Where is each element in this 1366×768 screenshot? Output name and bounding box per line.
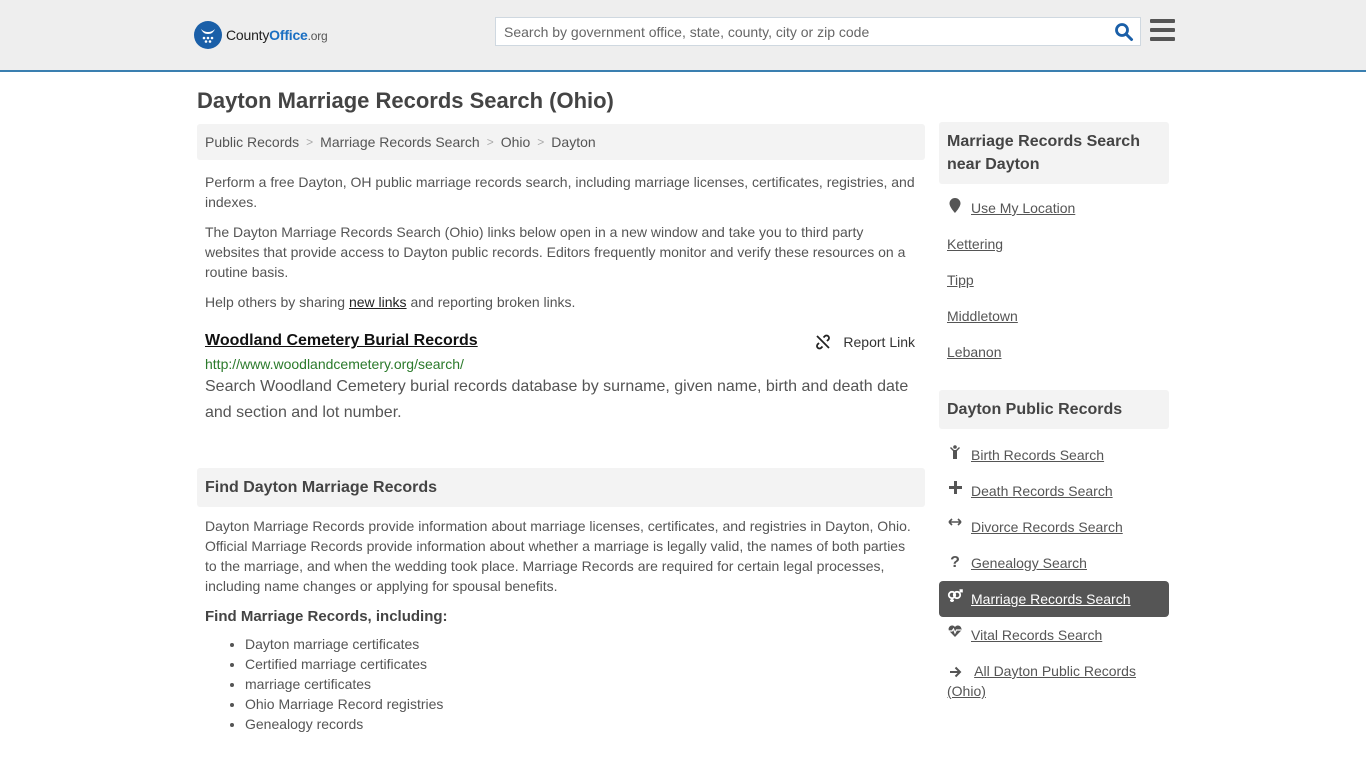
child-icon [947, 445, 963, 459]
list-item: Genealogy records [245, 714, 917, 734]
cross-icon [947, 481, 963, 494]
breadcrumb-dayton[interactable]: Dayton [551, 134, 595, 150]
marriage-records-link[interactable]: Marriage Records Search [971, 589, 1131, 609]
list-item: Dayton marriage certificates [245, 634, 917, 654]
breadcrumb-public-records[interactable]: Public Records [205, 134, 299, 150]
breadcrumb-marriage-records-search[interactable]: Marriage Records Search [320, 134, 480, 150]
new-links-link[interactable]: new links [349, 294, 407, 310]
intro: Perform a free Dayton, OH public marriag… [197, 172, 925, 312]
find-records-subheading: Find Marriage Records, including: [205, 608, 448, 625]
site-logo[interactable]: CountyOffice.org [194, 21, 328, 49]
all-public-records-link[interactable]: All Dayton Public Records (Ohio) [947, 663, 1136, 699]
eagle-stars-badge-icon [194, 21, 222, 49]
list-item: Ohio Marriage Record registries [245, 694, 917, 714]
listing-title-link[interactable]: Woodland Cemetery Burial Records [205, 332, 478, 350]
site-search [495, 17, 1141, 46]
intro-text: Help others by sharing [205, 294, 349, 310]
city-link-lebanon[interactable]: Lebanon [947, 342, 1002, 362]
broken-link-icon [816, 334, 831, 350]
arrows-left-right-icon [947, 517, 963, 527]
city-link-tipp[interactable]: Tipp [947, 270, 974, 290]
nearby-heading: Marriage Records Search near Dayton [939, 122, 1169, 184]
sidebar-item-divorce-records[interactable]: Divorce Records Search [947, 509, 1161, 545]
intro-paragraph-2: The Dayton Marriage Records Search (Ohio… [205, 224, 906, 280]
city-link-middletown[interactable]: Middletown [947, 306, 1018, 326]
sidebar: Marriage Records Search near Dayton Use … [939, 122, 1169, 701]
venus-mars-icon [947, 589, 963, 603]
nearby-city-item[interactable]: Middletown [947, 298, 1161, 334]
arrow-right-icon [947, 666, 963, 678]
main-content: Public Records > Marriage Records Search… [197, 124, 925, 734]
public-records-list: Birth Records Search Death Records Searc… [939, 437, 1169, 701]
find-records-body: Dayton Marriage Records provide informat… [205, 518, 911, 594]
list-item: marriage certificates [245, 674, 917, 694]
heartbeat-icon [947, 625, 963, 637]
sidebar-item-genealogy[interactable]: ? Genealogy Search [947, 545, 1161, 581]
sidebar-item-death-records[interactable]: Death Records Search [947, 473, 1161, 509]
site-header: CountyOffice.org [0, 0, 1366, 72]
breadcrumb-separator: > [537, 135, 545, 149]
vital-records-link[interactable]: Vital Records Search [971, 625, 1102, 645]
divorce-records-link[interactable]: Divorce Records Search [971, 517, 1123, 537]
search-icon [1115, 23, 1133, 41]
breadcrumb-ohio[interactable]: Ohio [501, 134, 531, 150]
intro-paragraph-3: Help others by sharing new links and rep… [205, 292, 917, 312]
sidebar-item-vital-records[interactable]: Vital Records Search [947, 617, 1161, 653]
nearby-city-item[interactable]: Kettering [947, 226, 1161, 262]
sidebar-item-birth-records[interactable]: Birth Records Search [947, 437, 1161, 473]
nearby-city-item[interactable]: Lebanon [947, 334, 1161, 370]
genealogy-link[interactable]: Genealogy Search [971, 553, 1087, 573]
find-records-list: Dayton marriage certificates Certified m… [205, 634, 917, 734]
nearby-city-item[interactable]: Tipp [947, 262, 1161, 298]
find-records-heading: Find Dayton Marriage Records [197, 468, 925, 507]
search-button[interactable] [1114, 22, 1134, 42]
intro-text: and reporting broken links. [406, 294, 576, 310]
breadcrumb-separator: > [486, 135, 494, 149]
breadcrumb: Public Records > Marriage Records Search… [197, 124, 925, 160]
sidebar-item-marriage-records[interactable]: Marriage Records Search [939, 581, 1169, 617]
logo-brand-part2: Office [269, 27, 308, 43]
report-link-label: Report Link [843, 334, 915, 350]
intro-paragraph-1: Perform a free Dayton, OH public marriag… [205, 174, 915, 210]
search-input[interactable] [496, 18, 1096, 45]
breadcrumb-separator: > [306, 135, 314, 149]
report-link-button[interactable]: Report Link [815, 334, 915, 350]
use-my-location-link[interactable]: Use My Location [971, 198, 1075, 218]
use-my-location-item[interactable]: Use My Location [947, 190, 1161, 226]
resource-listing: Woodland Cemetery Burial Records Report … [197, 332, 925, 426]
death-records-link[interactable]: Death Records Search [971, 481, 1113, 501]
logo-brand-part1: County [226, 27, 270, 43]
page-title: Dayton Marriage Records Search (Ohio) [197, 88, 614, 113]
question-icon: ? [950, 554, 960, 571]
city-link-kettering[interactable]: Kettering [947, 234, 1003, 254]
find-records-section: Dayton Marriage Records provide informat… [197, 516, 925, 734]
sidebar-item-all-public-records[interactable]: All Dayton Public Records (Ohio) [947, 653, 1161, 701]
listing-description: Search Woodland Cemetery burial records … [205, 378, 909, 421]
list-item: Certified marriage certificates [245, 654, 917, 674]
hamburger-menu-icon[interactable] [1150, 19, 1175, 41]
map-pin-icon [947, 198, 963, 214]
birth-records-link[interactable]: Birth Records Search [971, 445, 1104, 465]
logo-brand-suffix: .org [307, 29, 328, 43]
listing-url: http://www.woodlandcemetery.org/search/ [205, 356, 464, 372]
public-records-heading: Dayton Public Records [939, 390, 1169, 429]
nearby-list: Use My Location Kettering Tipp Middletow… [939, 190, 1169, 370]
logo-text: CountyOffice.org [226, 27, 328, 43]
